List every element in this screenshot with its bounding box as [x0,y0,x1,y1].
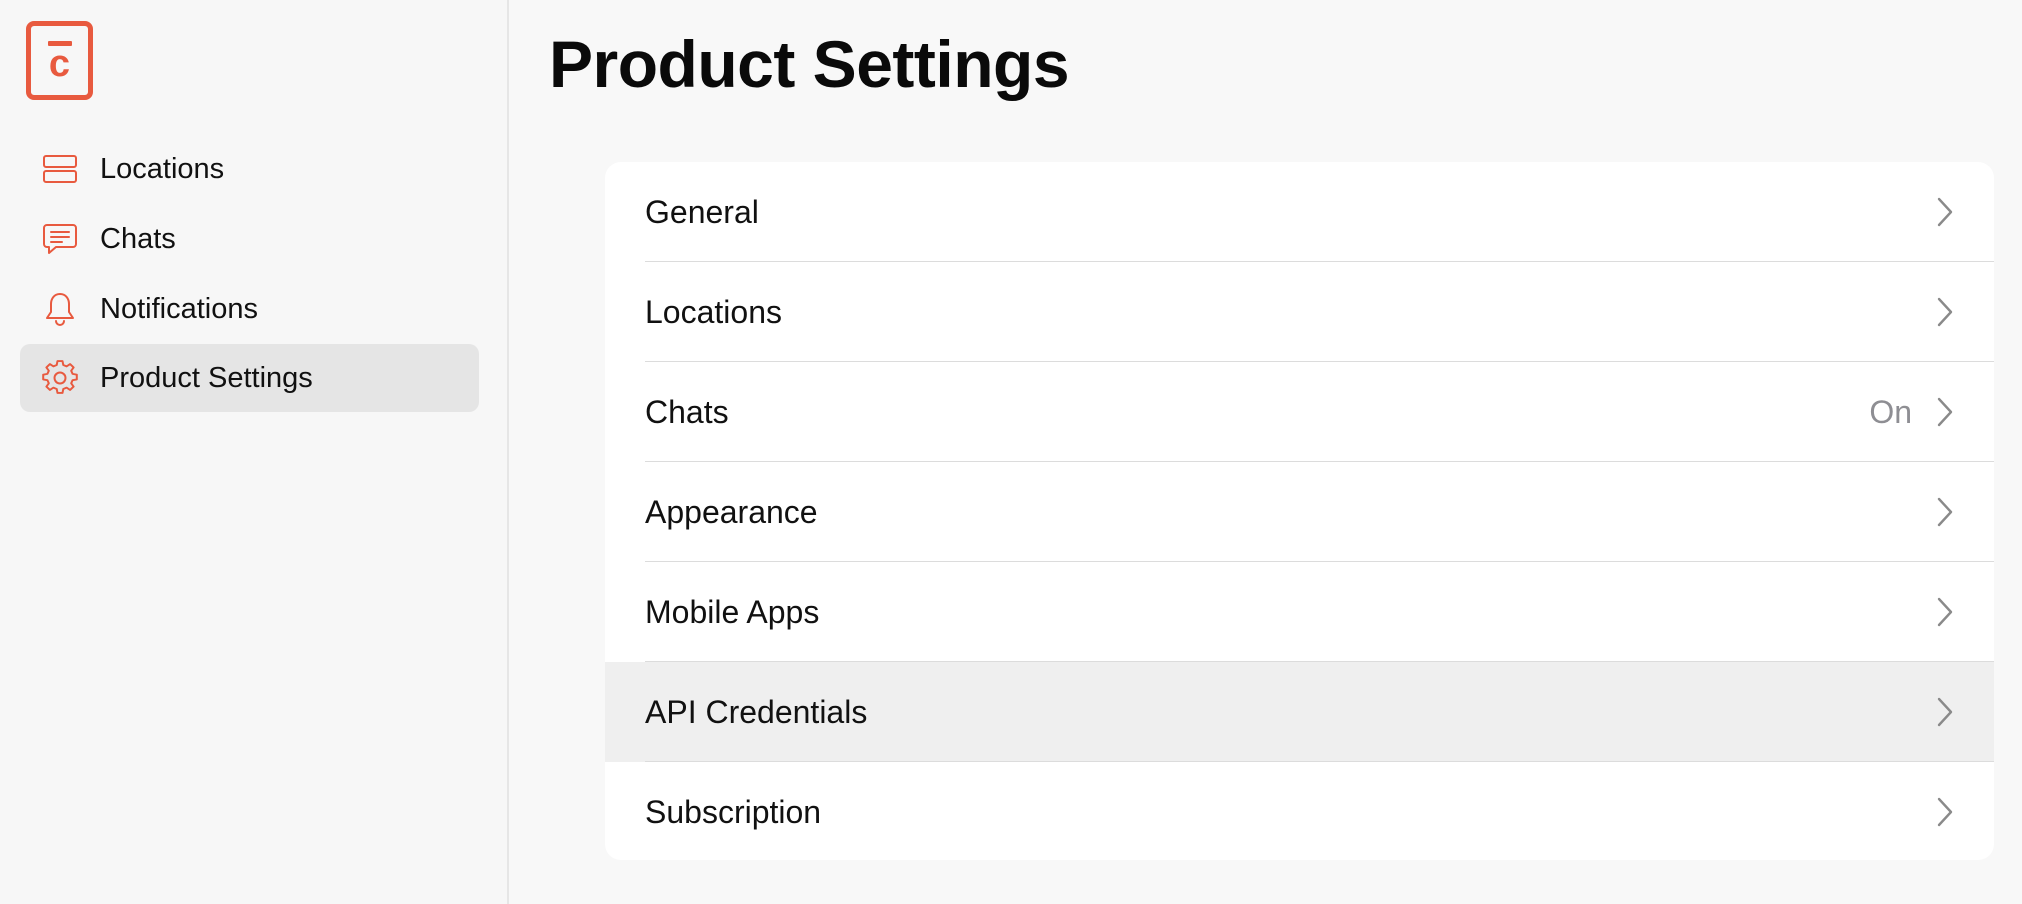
settings-row-api-credentials[interactable]: API Credentials [605,662,1994,762]
app-window: c Locations Chats Notifications Product … [0,0,2022,904]
bell-icon [40,289,80,329]
row-label: General [645,193,759,230]
chat-bubble-icon [40,219,80,259]
chevron-right-icon [1934,295,1956,329]
locations-icon [40,149,80,189]
settings-row-appearance[interactable]: Appearance [605,462,1994,562]
row-label: API Credentials [645,693,868,730]
page-title: Product Settings [549,27,1070,101]
sidebar-item-notifications[interactable]: Notifications [20,275,479,343]
sidebar-item-product-settings[interactable]: Product Settings [20,344,479,412]
row-value: On [1869,393,1912,430]
settings-row-mobile-apps[interactable]: Mobile Apps [605,562,1994,662]
settings-row-chats[interactable]: Chats On [605,362,1994,462]
sidebar-item-label: Locations [100,152,225,185]
logo-letter: c [48,43,71,85]
chevron-right-icon [1934,695,1956,729]
app-logo[interactable]: c [26,21,93,100]
sidebar-item-label: Notifications [100,292,258,325]
row-label: Subscription [645,793,822,830]
chevron-right-icon [1934,195,1956,229]
row-label: Locations [645,293,782,330]
chevron-right-icon [1934,495,1956,529]
settings-row-locations[interactable]: Locations [605,262,1994,362]
row-label: Appearance [645,493,818,530]
gear-icon [40,358,80,398]
settings-list: General Locations Chats On Appearance Mo… [605,162,1994,860]
chevron-right-icon [1934,795,1956,829]
sidebar-item-locations[interactable]: Locations [20,135,479,203]
main-content: Product Settings General Locations Chats… [511,0,2022,904]
sidebar-item-label: Chats [100,222,176,255]
sidebar-item-label: Product Settings [100,361,313,394]
sidebar-item-chats[interactable]: Chats [20,205,479,273]
row-label: Chats [645,393,729,430]
sidebar: c Locations Chats Notifications Product … [0,0,509,904]
row-label: Mobile Apps [645,593,820,630]
settings-row-subscription[interactable]: Subscription [605,762,1994,860]
chevron-right-icon [1934,595,1956,629]
settings-row-general[interactable]: General [605,162,1994,262]
chevron-right-icon [1934,395,1956,429]
